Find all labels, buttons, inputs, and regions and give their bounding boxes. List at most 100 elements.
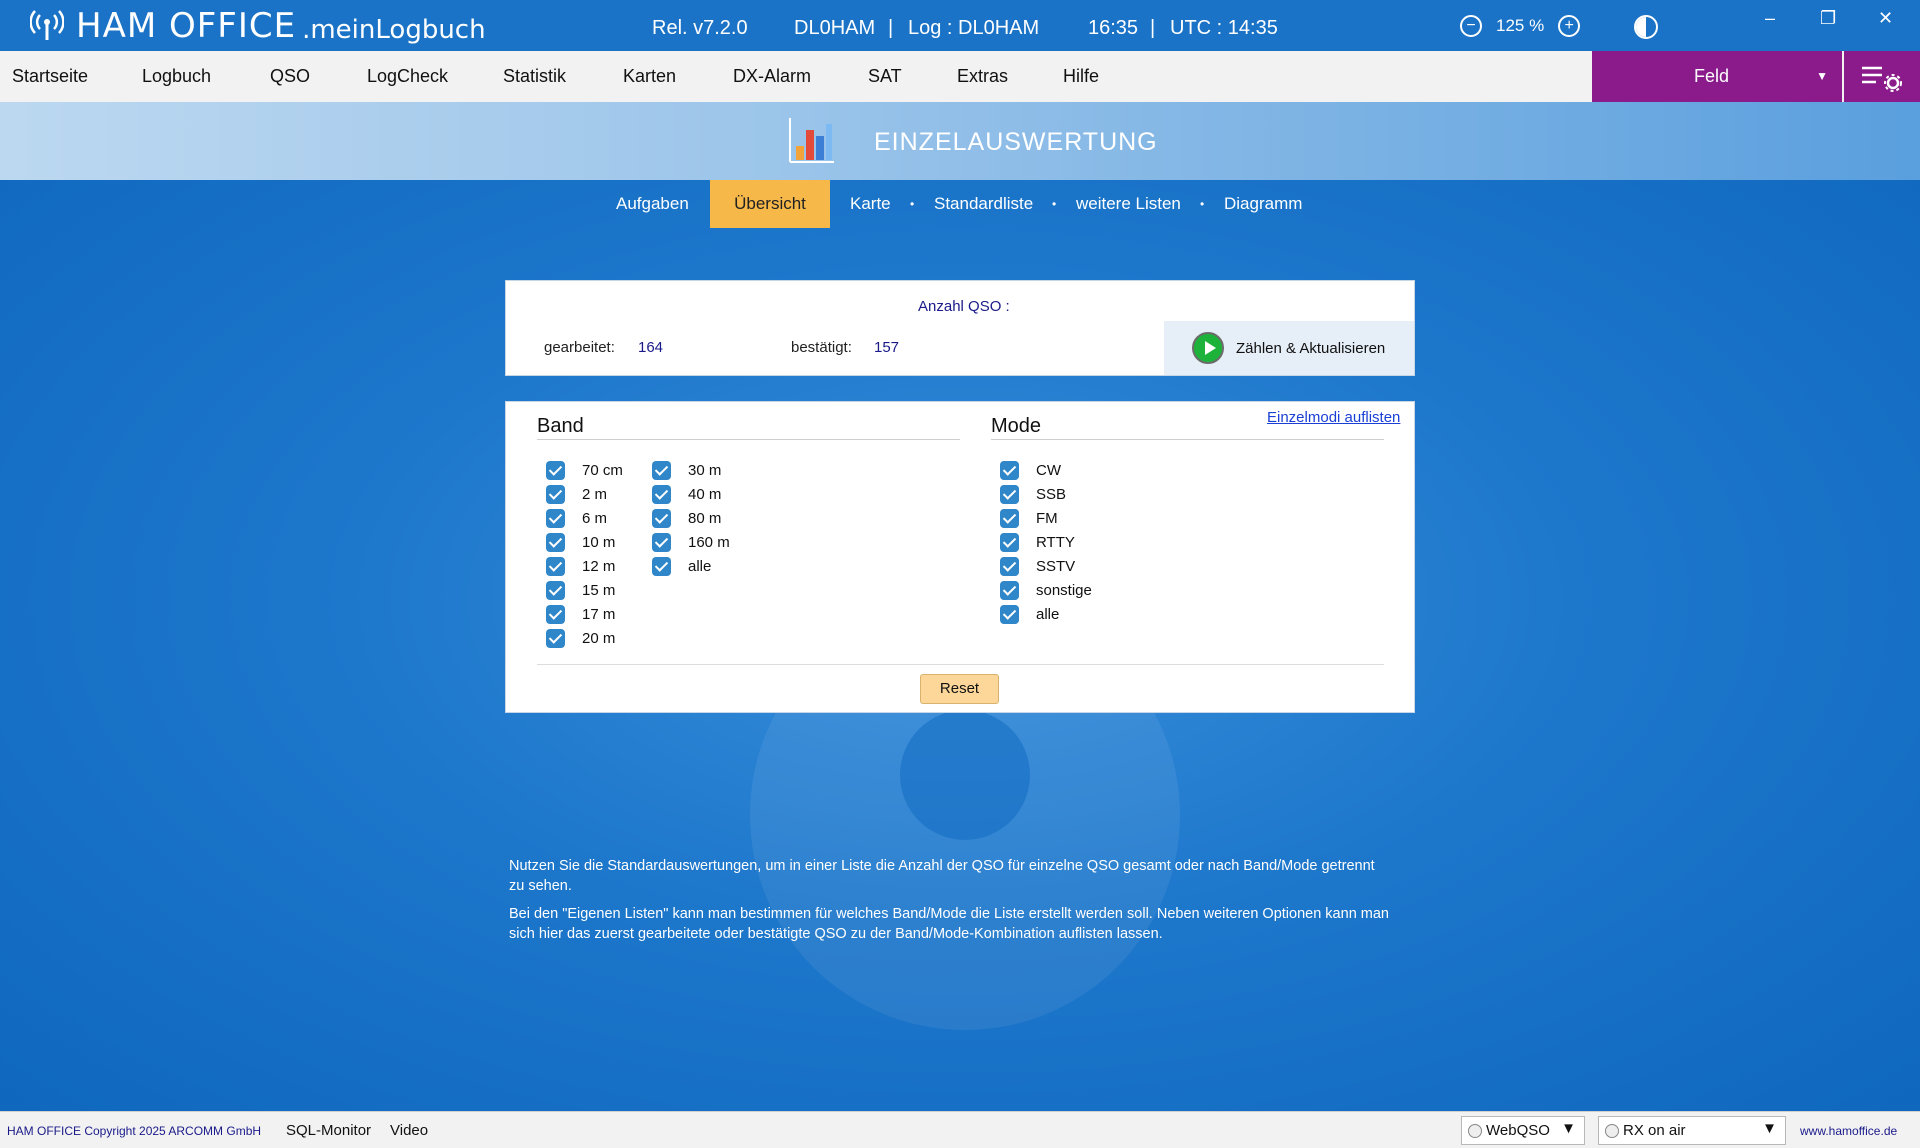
- menu-hilfe[interactable]: Hilfe: [1063, 51, 1099, 102]
- checkbox-checked-icon[interactable]: [652, 460, 671, 480]
- webqso-label: WebQSO: [1486, 1122, 1550, 1139]
- close-button[interactable]: ✕: [1878, 8, 1893, 29]
- menu-logbuch[interactable]: Logbuch: [142, 51, 211, 102]
- checkbox-checked-icon[interactable]: [546, 460, 565, 480]
- divider: [537, 439, 960, 440]
- rx-select[interactable]: RX on air ▼: [1598, 1116, 1786, 1145]
- menu-statistik[interactable]: Statistik: [503, 51, 566, 102]
- filter-checkbox[interactable]: 80 m: [652, 508, 721, 528]
- filter-checkbox[interactable]: RTTY: [1000, 532, 1075, 552]
- checkbox-checked-icon[interactable]: [546, 628, 565, 648]
- filter-checkbox[interactable]: 30 m: [652, 460, 721, 480]
- menu-logcheck[interactable]: LogCheck: [367, 51, 448, 102]
- background-logo-center: [900, 710, 1030, 840]
- video-link[interactable]: Video: [390, 1122, 428, 1139]
- checkbox-checked-icon[interactable]: [546, 532, 565, 552]
- filter-checkbox[interactable]: 12 m: [546, 556, 615, 576]
- checkbox-label: 2 m: [582, 486, 608, 503]
- zoom-out-icon[interactable]: −: [1460, 15, 1482, 37]
- filter-checkbox[interactable]: FM: [1000, 508, 1058, 528]
- tab-standardliste[interactable]: Standardliste: [934, 180, 1033, 228]
- menu-extras[interactable]: Extras: [957, 51, 1008, 102]
- status-bar: HAM OFFICE Copyright 2025 ARCOMM GmbH SQ…: [0, 1111, 1920, 1148]
- checkbox-checked-icon[interactable]: [1000, 532, 1019, 552]
- filter-checkbox[interactable]: 15 m: [546, 580, 615, 600]
- checkbox-checked-icon[interactable]: [546, 484, 565, 504]
- website-link[interactable]: www.hamoffice.de: [1800, 1124, 1897, 1138]
- checkbox-checked-icon[interactable]: [652, 556, 671, 576]
- separator: |: [1150, 17, 1156, 39]
- filter-checkbox[interactable]: 2 m: [546, 484, 607, 504]
- confirmed-value: 157: [874, 339, 900, 356]
- app-subtitle: .meinLogbuch: [302, 15, 486, 45]
- checkbox-label: sonstige: [1036, 582, 1092, 599]
- tab-separator: •: [910, 197, 915, 211]
- status-indicator: [1468, 1124, 1482, 1138]
- menu-qso[interactable]: QSO: [270, 51, 310, 102]
- tab-karte[interactable]: Karte: [850, 180, 891, 228]
- filter-checkbox[interactable]: SSTV: [1000, 556, 1075, 576]
- checkbox-checked-icon[interactable]: [652, 484, 671, 504]
- checkbox-checked-icon[interactable]: [1000, 484, 1019, 504]
- sql-monitor-link[interactable]: SQL-Monitor: [286, 1122, 371, 1139]
- tab-aufgaben[interactable]: Aufgaben: [616, 180, 689, 228]
- chevron-down-icon: ▼: [1561, 1120, 1576, 1137]
- filter-checkbox[interactable]: 20 m: [546, 628, 615, 648]
- title-bar: HAM OFFICE .meinLogbuch Rel. v7.2.0 DL0H…: [0, 0, 1920, 51]
- profile-dropdown[interactable]: Feld ▼: [1592, 51, 1842, 102]
- menu-karten[interactable]: Karten: [623, 51, 676, 102]
- checkbox-checked-icon[interactable]: [546, 580, 565, 600]
- filter-checkbox[interactable]: 10 m: [546, 532, 615, 552]
- filter-checkbox[interactable]: 40 m: [652, 484, 721, 504]
- contrast-icon[interactable]: [1634, 15, 1658, 39]
- filter-checkbox[interactable]: CW: [1000, 460, 1061, 480]
- callsign: DL0HAM: [794, 17, 876, 39]
- worked-value: 164: [638, 339, 664, 356]
- tab-weitere-listen[interactable]: weitere Listen: [1076, 180, 1181, 228]
- minimize-button[interactable]: –: [1765, 8, 1775, 29]
- checkbox-checked-icon[interactable]: [1000, 604, 1019, 624]
- checkbox-checked-icon[interactable]: [546, 508, 565, 528]
- filter-checkbox[interactable]: sonstige: [1000, 580, 1092, 600]
- tab-diagramm[interactable]: Diagramm: [1224, 180, 1302, 228]
- checkbox-checked-icon[interactable]: [652, 508, 671, 528]
- checkbox-label: alle: [1036, 606, 1060, 623]
- main-content: Aufgaben Übersicht Karte • Standardliste…: [0, 180, 1920, 1111]
- filter-checkbox[interactable]: 6 m: [546, 508, 607, 528]
- filter-checkbox[interactable]: SSB: [1000, 484, 1066, 504]
- zoom-in-icon[interactable]: +: [1558, 15, 1581, 37]
- menu-startseite[interactable]: Startseite: [12, 51, 88, 102]
- info-text-custom: Bei den "Eigenen Listen" kann man bestim…: [509, 906, 1389, 942]
- menu-settings-icon[interactable]: [1844, 51, 1920, 102]
- status-indicator: [1605, 1124, 1619, 1138]
- filter-checkbox[interactable]: alle: [652, 556, 711, 576]
- checkbox-checked-icon[interactable]: [546, 556, 565, 576]
- band-section-title: Band: [537, 415, 584, 437]
- log-name: Log : DL0HAM: [908, 17, 1040, 39]
- checkbox-checked-icon[interactable]: [546, 604, 565, 624]
- reset-button[interactable]: Reset: [920, 674, 999, 704]
- filter-checkbox[interactable]: 70 cm: [546, 460, 623, 480]
- qso-count-heading: Anzahl QSO :: [918, 298, 1010, 315]
- qso-count-panel: Anzahl QSO : gearbeitet: 164 bestätigt: …: [505, 280, 1415, 376]
- filter-checkbox[interactable]: 160 m: [652, 532, 730, 552]
- checkbox-checked-icon[interactable]: [1000, 580, 1019, 600]
- chevron-down-icon: ▼: [1762, 1120, 1777, 1137]
- checkbox-checked-icon[interactable]: [1000, 460, 1019, 480]
- webqso-select[interactable]: WebQSO ▼: [1461, 1116, 1585, 1145]
- restore-button[interactable]: ❐: [1820, 8, 1836, 29]
- menu-dx-alarm[interactable]: DX-Alarm: [733, 51, 811, 102]
- zoom-control: − 125 % +: [1460, 15, 1581, 37]
- app-name: HAM OFFICE: [76, 6, 297, 46]
- checkbox-checked-icon[interactable]: [1000, 508, 1019, 528]
- count-refresh-button[interactable]: Zählen & Aktualisieren: [1164, 321, 1414, 375]
- list-modes-link[interactable]: Einzelmodi auflisten: [1267, 409, 1400, 426]
- menu-sat[interactable]: SAT: [868, 51, 902, 102]
- filter-checkbox[interactable]: 17 m: [546, 604, 615, 624]
- checkbox-checked-icon[interactable]: [652, 532, 671, 552]
- tab-uebersicht[interactable]: Übersicht: [710, 180, 830, 228]
- filter-checkbox[interactable]: alle: [1000, 604, 1059, 624]
- checkbox-checked-icon[interactable]: [1000, 556, 1019, 576]
- checkbox-label: 15 m: [582, 582, 616, 599]
- count-refresh-label: Zählen & Aktualisieren: [1236, 339, 1386, 357]
